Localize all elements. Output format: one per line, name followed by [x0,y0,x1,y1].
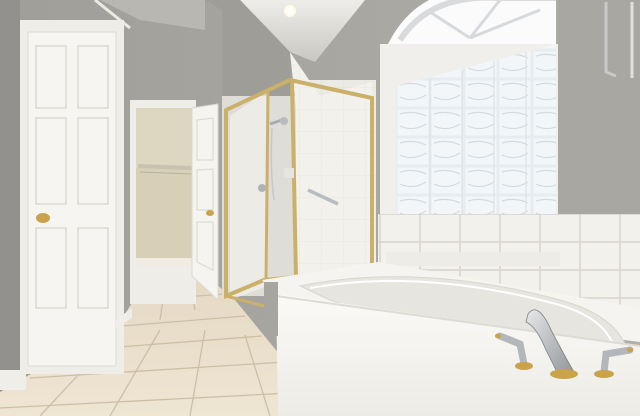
closet-shelf [137,164,193,170]
left-door[interactable] [27,31,117,367]
bathroom-photo [0,0,640,416]
right-wall [558,0,640,214]
door-knob[interactable] [36,213,50,223]
bathroom-scene [0,0,640,416]
closet-door[interactable] [191,103,219,302]
shower-valve [258,184,266,192]
closet-door-knob[interactable] [206,210,214,216]
shower-glass-door[interactable] [230,90,268,300]
